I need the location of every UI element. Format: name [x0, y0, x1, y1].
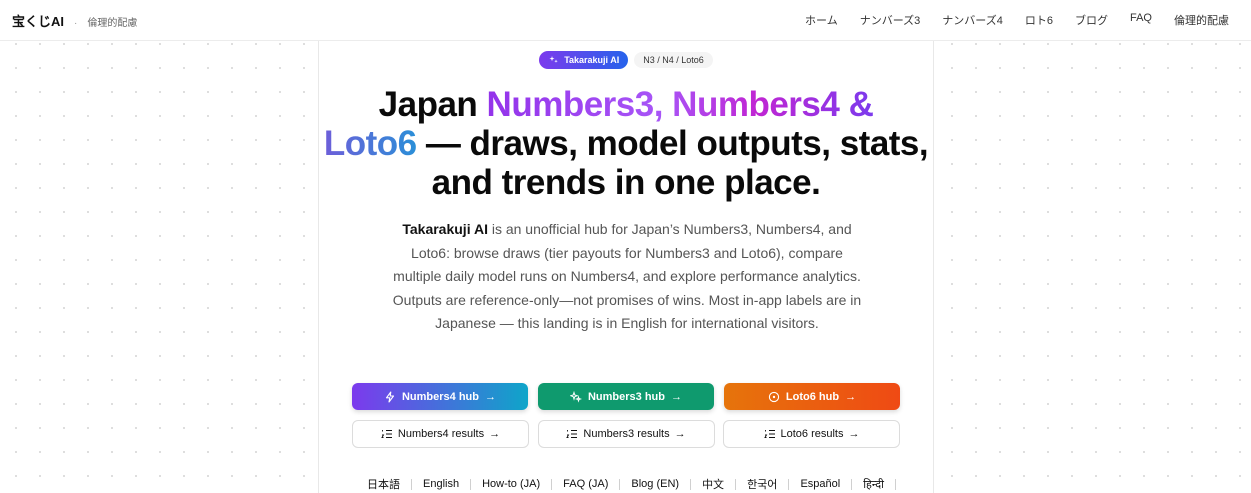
brand-chip: Takarakuji AI — [539, 51, 629, 69]
title-part2: — draws, model outputs, stats, and trend… — [416, 124, 929, 202]
arrow-right-icon: → — [489, 428, 501, 440]
games-chip: N3 / N4 / Loto6 — [634, 52, 713, 68]
main-nav: ホーム ナンバーズ3 ナンバーズ4 ロト6 ブログ FAQ 倫理的配慮 — [805, 12, 1229, 28]
arrow-right-icon: → — [848, 428, 860, 440]
nav-blog[interactable]: ブログ — [1075, 12, 1108, 28]
brand-subtitle[interactable]: 倫理的配慮 — [87, 14, 137, 29]
nav-faq[interactable]: FAQ — [1130, 12, 1152, 28]
hero-chips: Takarakuji AI N3 / N4 / Loto6 — [319, 51, 933, 69]
nav-home[interactable]: ホーム — [805, 12, 838, 28]
title-part1: Japan — [378, 85, 487, 124]
loto6-hub-button[interactable]: Loto6 hub → — [724, 383, 900, 410]
page-title: Japan Numbers3, Numbers4 & Loto6 — draws,… — [319, 85, 933, 202]
title-gradient-2: Loto6 — [323, 124, 417, 163]
circle-target-icon — [768, 391, 780, 403]
lang-link-en[interactable]: English — [412, 478, 470, 490]
brand-chip-label: Takarakuji AI — [564, 55, 620, 65]
nav-numbers3[interactable]: ナンバーズ3 — [860, 12, 921, 28]
nav-loto6[interactable]: ロト6 — [1025, 12, 1053, 28]
sparkles-icon — [569, 390, 582, 403]
link-faq-ja[interactable]: FAQ (JA) — [552, 478, 619, 490]
nav-numbers4[interactable]: ナンバーズ4 — [942, 12, 1003, 28]
brand[interactable]: 宝くじAI · 倫理的配慮 — [12, 11, 137, 30]
loto6-hub-label: Loto6 hub — [785, 390, 840, 403]
arrow-right-icon: → — [674, 428, 686, 440]
secondary-button-row: Numbers4 results → Numbers3 results → Lo… — [352, 420, 900, 448]
numbers3-hub-button[interactable]: Numbers3 hub → — [538, 383, 714, 410]
sparkles-icon — [548, 54, 560, 66]
brand-separator: · — [74, 17, 78, 29]
hero-description: Takarakuji AI is an unofficial hub for J… — [389, 218, 865, 336]
list-icon — [763, 428, 776, 440]
primary-button-row: Numbers4 hub → Numbers3 hub → Loto6 hub … — [352, 383, 900, 410]
link-blog-en[interactable]: Blog (EN) — [620, 478, 690, 490]
lang-link-es[interactable]: Español — [789, 478, 851, 490]
lang-link-hi[interactable]: हिन्दी — [852, 477, 895, 492]
lang-link-ja[interactable]: 日本語 — [356, 476, 411, 492]
list-icon — [566, 428, 578, 440]
link-howto-ja[interactable]: How-to (JA) — [471, 478, 551, 490]
arrow-right-icon: → — [485, 390, 496, 403]
nav-ethics[interactable]: 倫理的配慮 — [1174, 12, 1229, 28]
zap-icon — [384, 390, 396, 403]
lang-link-ko[interactable]: 한국어 — [736, 476, 788, 492]
numbers4-hub-button[interactable]: Numbers4 hub → — [352, 383, 528, 410]
loto6-results-label: Loto6 results — [780, 428, 844, 440]
top-navigation-bar: 宝くじAI · 倫理的配慮 ホーム ナンバーズ3 ナンバーズ4 ロト6 ブログ … — [0, 0, 1251, 41]
numbers3-hub-label: Numbers3 hub — [587, 390, 665, 403]
numbers4-results-label: Numbers4 results — [397, 428, 485, 440]
arrow-right-icon: → — [671, 390, 682, 403]
divider — [894, 478, 896, 490]
language-links: 日本語 English How-to (JA) FAQ (JA) Blog (E… — [319, 476, 933, 492]
numbers4-hub-label: Numbers4 hub — [401, 390, 479, 403]
numbers3-results-button[interactable]: Numbers3 results → — [537, 420, 715, 448]
title-gradient-1: Numbers3, Numbers4 & — [486, 85, 874, 124]
lead-text: is an unofficial hub for Japan’s Numbers… — [392, 221, 862, 332]
lang-link-zh[interactable]: 中文 — [691, 476, 735, 492]
numbers3-results-label: Numbers3 results — [583, 428, 670, 440]
hero-column: Takarakuji AI N3 / N4 / Loto6 Japan Numb… — [318, 41, 934, 493]
arrow-right-icon: → — [845, 390, 857, 403]
lead-brand: Takarakuji AI — [402, 221, 488, 237]
brand-name[interactable]: 宝くじAI — [12, 11, 64, 30]
loto6-results-button[interactable]: Loto6 results → — [723, 420, 900, 448]
numbers4-results-button[interactable]: Numbers4 results → — [352, 420, 529, 448]
list-icon — [381, 428, 393, 440]
